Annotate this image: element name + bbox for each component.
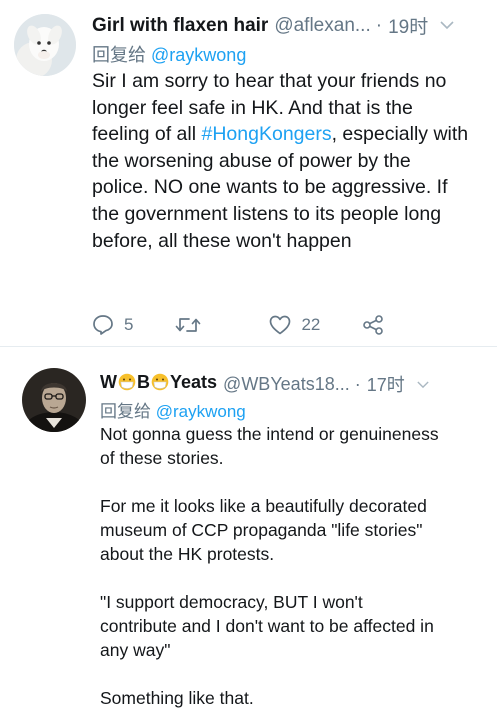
tweet-paragraph: Something like that. <box>100 688 254 708</box>
avatar-yeats[interactable] <box>22 368 86 432</box>
heart-icon <box>270 315 291 334</box>
like-count: 22 <box>301 314 321 334</box>
display-name-part: W <box>100 372 117 392</box>
chevron-down-icon[interactable] <box>440 18 454 33</box>
chevron-down-icon[interactable] <box>417 377 429 392</box>
tweet-header: W B Yeats @WBYeats18... · 17时 <box>100 371 429 397</box>
share-button[interactable] <box>362 314 384 335</box>
tweet-text: Not gonna guess the intend or genuinenes… <box>100 422 440 710</box>
separator-dot: · <box>354 373 361 394</box>
reply-button[interactable]: 5 <box>92 314 133 335</box>
tweet-paragraph: "I support democracy, BUT I won't contri… <box>100 592 434 660</box>
tweet-paragraph: Not gonna guess the intend or genuinenes… <box>100 424 439 468</box>
tweet[interactable]: W B Yeats @WBYeats18... · 17时 回复给 @raykw… <box>0 347 497 725</box>
timestamp[interactable]: 19时 <box>388 12 428 39</box>
face-with-medical-mask-emoji <box>118 373 136 396</box>
tweet-text: Sir I am sorry to hear that your friends… <box>92 68 472 254</box>
share-icon <box>363 314 384 335</box>
face-with-medical-mask-emoji <box>151 373 169 396</box>
like-button[interactable]: 22 <box>269 315 320 335</box>
tweet[interactable]: Girl with flaxen hair @aflexan... · 19时 … <box>0 0 497 347</box>
retweet-icon <box>176 317 201 332</box>
display-name-part: B <box>137 372 150 392</box>
portrait-avatar-image <box>22 368 86 432</box>
separator-dot: · <box>375 14 383 36</box>
retweet-button[interactable] <box>175 315 201 335</box>
reply-count: 5 <box>124 314 134 334</box>
dog-avatar-image <box>14 14 76 76</box>
display-name-part: Yeats <box>170 372 218 392</box>
replying-prefix: 回复给 <box>100 402 151 421</box>
reply-icon <box>93 315 113 335</box>
mention-link[interactable]: @raykwong <box>151 45 246 65</box>
tweet-header: Girl with flaxen hair @aflexan... · 19时 <box>92 12 454 39</box>
user-handle[interactable]: @aflexan... <box>274 15 370 37</box>
timestamp[interactable]: 17时 <box>367 371 405 397</box>
mention-link[interactable]: @raykwong <box>156 402 246 421</box>
user-handle[interactable]: @WBYeats18... <box>223 374 350 395</box>
display-name[interactable]: Girl with flaxen hair <box>92 15 268 37</box>
tweet-paragraph: For me it looks like a beautifully decor… <box>100 496 427 564</box>
tweet-actions: 5 22 <box>92 314 384 335</box>
replying-prefix: 回复给 <box>92 45 146 65</box>
replying-to: 回复给 @raykwong <box>100 397 246 422</box>
avatar-dog[interactable] <box>14 14 76 76</box>
display-name[interactable]: W B Yeats <box>100 372 217 396</box>
replying-to: 回复给 @raykwong <box>92 41 246 67</box>
hashtag-link[interactable]: #HongKongers <box>202 123 332 145</box>
